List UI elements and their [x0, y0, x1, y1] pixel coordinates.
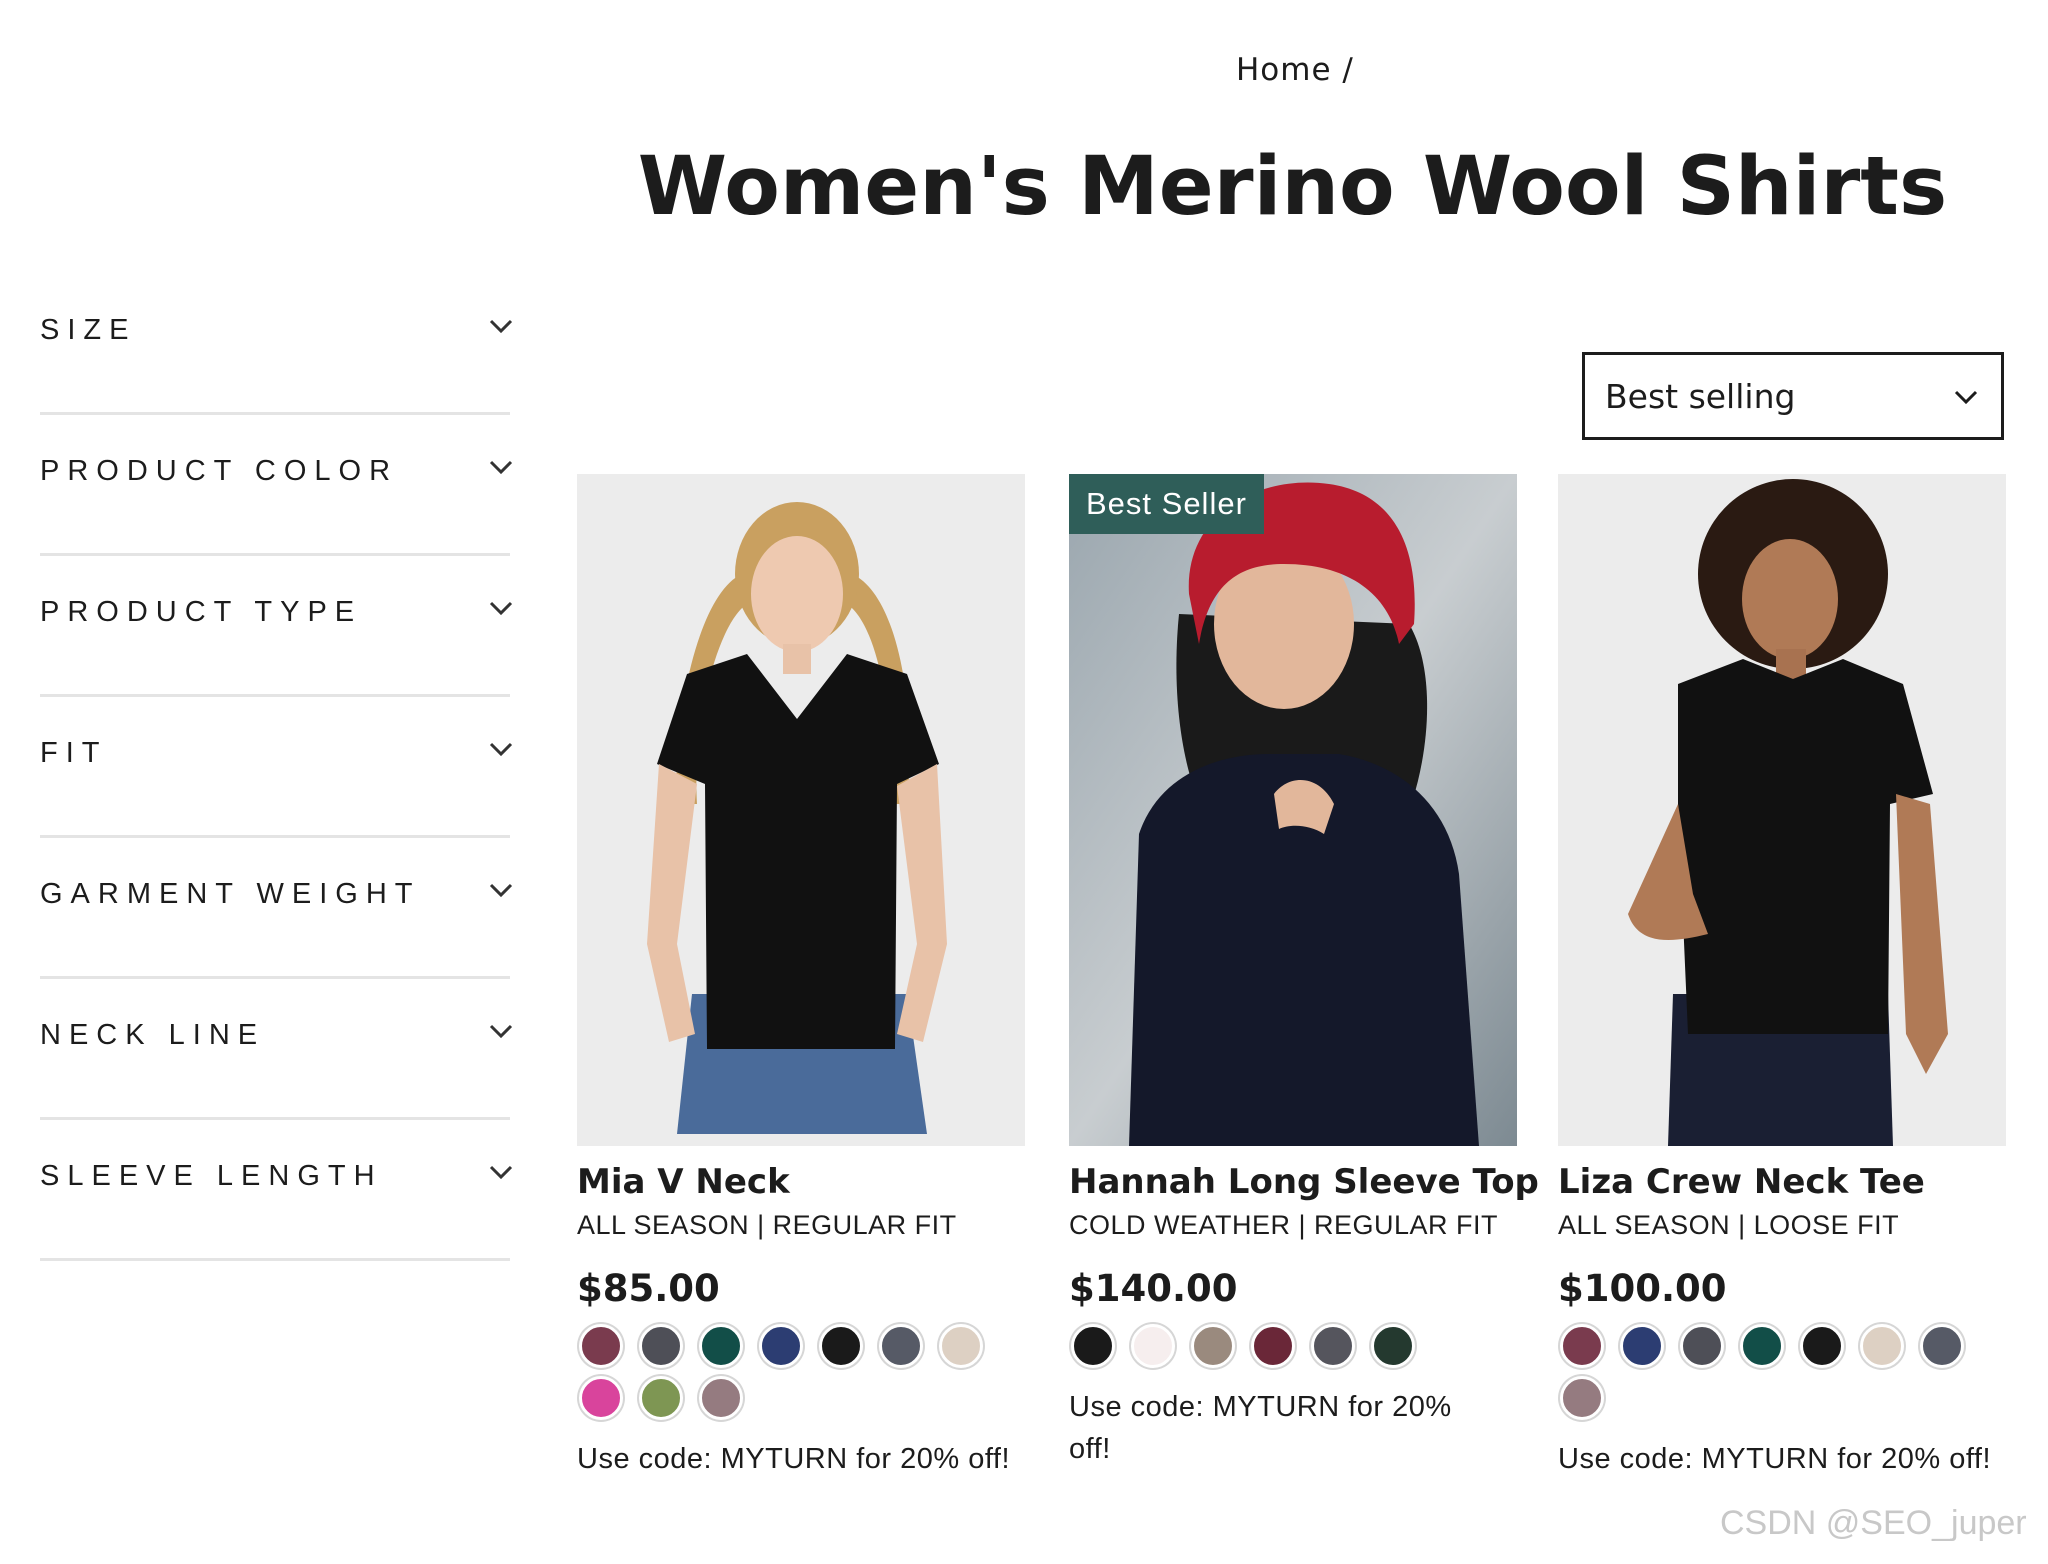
- product-subtitle: ALL SEASON | LOOSE FIT: [1558, 1210, 1900, 1240]
- color-swatch[interactable]: [939, 1324, 983, 1368]
- product-photo-hannah: [1069, 474, 1517, 1146]
- color-swatch[interactable]: [579, 1376, 623, 1420]
- product-card[interactable]: Best Seller Hannah Long Sleeve Top COLD …: [1069, 474, 1539, 1470]
- product-photo-mia: [577, 474, 1025, 1146]
- color-swatch[interactable]: [579, 1324, 623, 1368]
- filter-label: SIZE: [40, 314, 137, 346]
- color-swatch[interactable]: [1740, 1324, 1784, 1368]
- promo-text: Use code: MYTURN for 20% off!: [577, 1443, 1011, 1475]
- product-photo-liza: [1558, 474, 2006, 1146]
- filter-label: PRODUCT COLOR: [40, 455, 399, 487]
- color-swatch[interactable]: [1560, 1324, 1604, 1368]
- chevron-down-icon: [489, 1024, 513, 1039]
- sort-selected-value: Best selling: [1605, 377, 1796, 416]
- filter-product-type[interactable]: PRODUCT TYPE: [40, 556, 513, 697]
- color-swatch[interactable]: [1131, 1324, 1175, 1368]
- promo-text: Use code: MYTURN for 20% off!: [1558, 1443, 1992, 1475]
- chevron-down-icon: [489, 883, 513, 898]
- chevron-down-icon: [489, 742, 513, 757]
- product-name[interactable]: Hannah Long Sleeve Top: [1069, 1162, 1539, 1202]
- filter-label: SLEEVE LENGTH: [40, 1160, 383, 1192]
- chevron-down-icon: [1954, 390, 1978, 405]
- filter-size[interactable]: SIZE: [40, 274, 513, 415]
- color-swatch[interactable]: [639, 1324, 683, 1368]
- color-swatch[interactable]: [1371, 1324, 1415, 1368]
- product-price: $100.00: [1558, 1267, 1727, 1310]
- product-card[interactable]: Liza Crew Neck Tee ALL SEASON | LOOSE FI…: [1558, 474, 2006, 1480]
- color-swatch[interactable]: [759, 1324, 803, 1368]
- product-price: $140.00: [1069, 1267, 1238, 1310]
- filter-label: GARMENT WEIGHT: [40, 878, 421, 910]
- color-swatches: [1558, 1324, 2006, 1428]
- filter-product-color[interactable]: PRODUCT COLOR: [40, 415, 513, 556]
- color-swatch[interactable]: [1071, 1324, 1115, 1368]
- watermark: CSDN @SEO_juper: [1720, 1504, 2027, 1542]
- color-swatch[interactable]: [699, 1324, 743, 1368]
- product-card[interactable]: Mia V Neck ALL SEASON | REGULAR FIT $85.…: [577, 474, 1025, 1480]
- product-subtitle: ALL SEASON | REGULAR FIT: [577, 1210, 957, 1240]
- chevron-down-icon: [489, 319, 513, 334]
- color-swatch[interactable]: [1680, 1324, 1724, 1368]
- filter-label: FIT: [40, 737, 108, 769]
- filter-sleeve-length[interactable]: SLEEVE LENGTH: [40, 1120, 513, 1261]
- best-seller-badge: Best Seller: [1069, 474, 1264, 534]
- color-swatch[interactable]: [1620, 1324, 1664, 1368]
- product-subtitle: COLD WEATHER | REGULAR FIT: [1069, 1210, 1499, 1240]
- chevron-down-icon: [489, 460, 513, 475]
- filter-garment-weight[interactable]: GARMENT WEIGHT: [40, 838, 513, 979]
- color-swatches: [577, 1324, 1025, 1428]
- color-swatch[interactable]: [1251, 1324, 1295, 1368]
- breadcrumb[interactable]: Home /: [1236, 52, 1354, 88]
- color-swatch[interactable]: [1311, 1324, 1355, 1368]
- filter-sidebar: SIZE PRODUCT COLOR PRODUCT TYPE FIT GARM…: [40, 274, 513, 1261]
- product-image[interactable]: Best Seller: [1069, 474, 1517, 1146]
- color-swatch[interactable]: [879, 1324, 923, 1368]
- color-swatch[interactable]: [1800, 1324, 1844, 1368]
- filter-fit[interactable]: FIT: [40, 697, 513, 838]
- color-swatch[interactable]: [639, 1376, 683, 1420]
- product-name[interactable]: Mia V Neck: [577, 1162, 1025, 1202]
- color-swatch[interactable]: [1920, 1324, 1964, 1368]
- product-name[interactable]: Liza Crew Neck Tee: [1558, 1162, 2006, 1202]
- color-swatch[interactable]: [1560, 1376, 1604, 1420]
- product-image[interactable]: [577, 474, 1025, 1146]
- chevron-down-icon: [489, 1165, 513, 1180]
- color-swatch[interactable]: [819, 1324, 863, 1368]
- product-price: $85.00: [577, 1267, 720, 1310]
- page-title: Women's Merino Wool Shirts: [637, 140, 1948, 234]
- promo-text: Use code: MYTURN for 20% off!: [1069, 1391, 1452, 1465]
- color-swatch[interactable]: [699, 1376, 743, 1420]
- color-swatches: [1069, 1324, 1517, 1376]
- filter-neck-line[interactable]: NECK LINE: [40, 979, 513, 1120]
- chevron-down-icon: [489, 601, 513, 616]
- filter-label: PRODUCT TYPE: [40, 596, 363, 628]
- color-swatch[interactable]: [1860, 1324, 1904, 1368]
- filter-label: NECK LINE: [40, 1019, 266, 1051]
- sort-select[interactable]: Best selling: [1582, 352, 2004, 440]
- product-image[interactable]: [1558, 474, 2006, 1146]
- color-swatch[interactable]: [1191, 1324, 1235, 1368]
